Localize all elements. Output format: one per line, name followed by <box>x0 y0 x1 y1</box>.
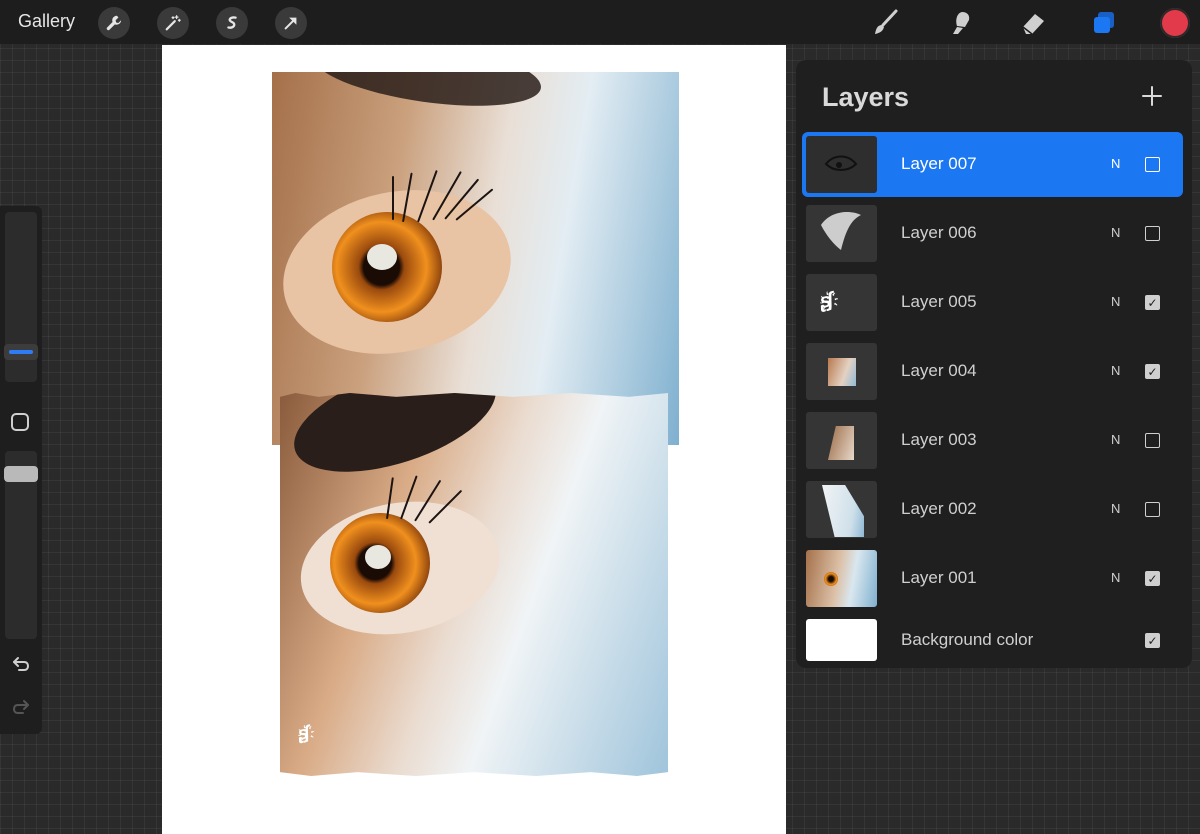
add-layer-button[interactable] <box>1140 84 1164 108</box>
layer-name: Layer 006 <box>901 223 977 242</box>
visibility-checkbox[interactable]: ✓ <box>1145 226 1160 241</box>
signature-mark: ʂ҉ʃ <box>295 722 310 744</box>
visibility-checkbox[interactable]: ✓ <box>1145 433 1160 448</box>
visibility-checkbox[interactable]: ✓ <box>1145 502 1160 517</box>
layer-row[interactable]: Layer 001 N ✓ <box>802 546 1183 611</box>
selection-s-icon[interactable] <box>216 7 248 39</box>
blend-mode-button[interactable]: N <box>1111 294 1120 309</box>
visibility-checkbox[interactable]: ✓ <box>1145 364 1160 379</box>
layer-thumbnail <box>806 481 877 538</box>
layers-title: Layers <box>822 82 910 112</box>
layer-name: Layer 001 <box>901 568 977 587</box>
redo-icon[interactable] <box>10 696 32 718</box>
color-picker-button[interactable] <box>1160 8 1190 38</box>
layer-thumbnail <box>806 550 877 607</box>
visibility-checkbox[interactable]: ✓ <box>1145 157 1160 172</box>
top-toolbar: Gallery <box>0 0 1200 44</box>
background-color-row[interactable]: Background color ✓ <box>802 615 1183 665</box>
smudge-icon[interactable] <box>946 8 976 38</box>
blend-mode-button[interactable]: N <box>1111 225 1120 240</box>
layer-name: Layer 003 <box>901 430 977 449</box>
layer-thumbnail <box>806 205 877 262</box>
visibility-checkbox[interactable]: ✓ <box>1145 571 1160 586</box>
transform-arrow-icon[interactable] <box>275 7 307 39</box>
layer-name: Layer 005 <box>901 292 977 311</box>
layer-row[interactable]: Layer 002 N ✓ <box>802 477 1183 542</box>
layer-name: Background color <box>901 630 1034 649</box>
layer-row[interactable]: Layer 006 N ✓ <box>802 201 1183 266</box>
layers-panel: Layers Layer 007 N ✓ Layer 006 N ✓ ʂ҉ʃ L… <box>796 60 1192 668</box>
layer-thumbnail <box>806 343 877 400</box>
artwork-top-eye <box>272 72 679 445</box>
blend-mode-button[interactable]: N <box>1111 363 1120 378</box>
blend-mode-button[interactable]: N <box>1111 501 1120 516</box>
layer-name: Layer 002 <box>901 499 977 518</box>
plus-icon <box>1142 86 1162 106</box>
undo-icon[interactable] <box>10 653 32 675</box>
wrench-icon[interactable] <box>98 7 130 39</box>
blend-mode-button[interactable]: N <box>1111 432 1120 447</box>
background-color-swatch[interactable] <box>806 619 877 661</box>
eraser-icon[interactable] <box>1018 8 1048 38</box>
visibility-checkbox[interactable]: ✓ <box>1145 633 1160 648</box>
magic-wand-icon[interactable] <box>157 7 189 39</box>
blend-mode-button[interactable]: N <box>1111 156 1120 171</box>
layer-thumbnail: ʂ҉ʃ <box>806 274 877 331</box>
layer-row[interactable]: Layer 004 N ✓ <box>802 339 1183 404</box>
left-sidebar <box>0 206 42 734</box>
layers-icon[interactable] <box>1089 8 1119 38</box>
gallery-button[interactable]: Gallery <box>18 11 75 32</box>
drawing-canvas[interactable]: ʂ҉ʃ <box>162 45 786 834</box>
blend-mode-button[interactable]: N <box>1111 570 1120 585</box>
brush-icon[interactable] <box>870 8 900 38</box>
layer-thumbnail <box>806 412 877 469</box>
layer-name: Layer 007 <box>901 154 977 173</box>
modify-button[interactable] <box>11 413 29 431</box>
layer-row[interactable]: Layer 007 N ✓ <box>802 132 1183 197</box>
layer-row[interactable]: ʂ҉ʃ Layer 005 N ✓ <box>802 270 1183 335</box>
visibility-checkbox[interactable]: ✓ <box>1145 295 1160 310</box>
opacity-handle[interactable] <box>4 466 38 482</box>
layer-thumbnail <box>806 136 877 193</box>
artwork-bottom-eye: ʂ҉ʃ <box>280 393 668 776</box>
brush-size-handle[interactable] <box>4 344 38 360</box>
layer-row[interactable]: Layer 003 N ✓ <box>802 408 1183 473</box>
layer-name: Layer 004 <box>901 361 977 380</box>
